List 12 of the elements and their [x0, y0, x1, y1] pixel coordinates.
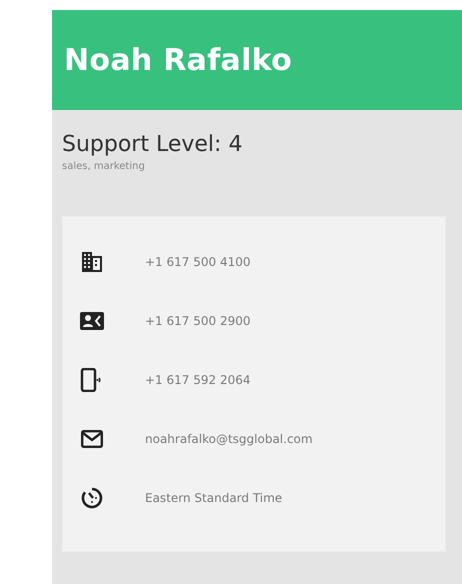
- building-icon: [81, 250, 103, 272]
- contact-name: Noah Rafalko: [64, 42, 292, 78]
- clock-icon: [81, 486, 103, 508]
- contact-text: +1 617 500 4100: [145, 254, 250, 268]
- contact-text: Eastern Standard Time: [145, 490, 282, 504]
- contact-text: noahrafalko@tsgglobal.com: [145, 432, 313, 446]
- contact-text: +1 617 592 2064: [145, 372, 250, 386]
- support-level: Support Level: 4: [62, 131, 244, 157]
- contact-card-icon: [80, 312, 104, 330]
- contact-text: +1 617 500 2900: [145, 314, 250, 328]
- envelope-icon: [81, 430, 103, 448]
- department-text: sales, marketing: [62, 161, 146, 172]
